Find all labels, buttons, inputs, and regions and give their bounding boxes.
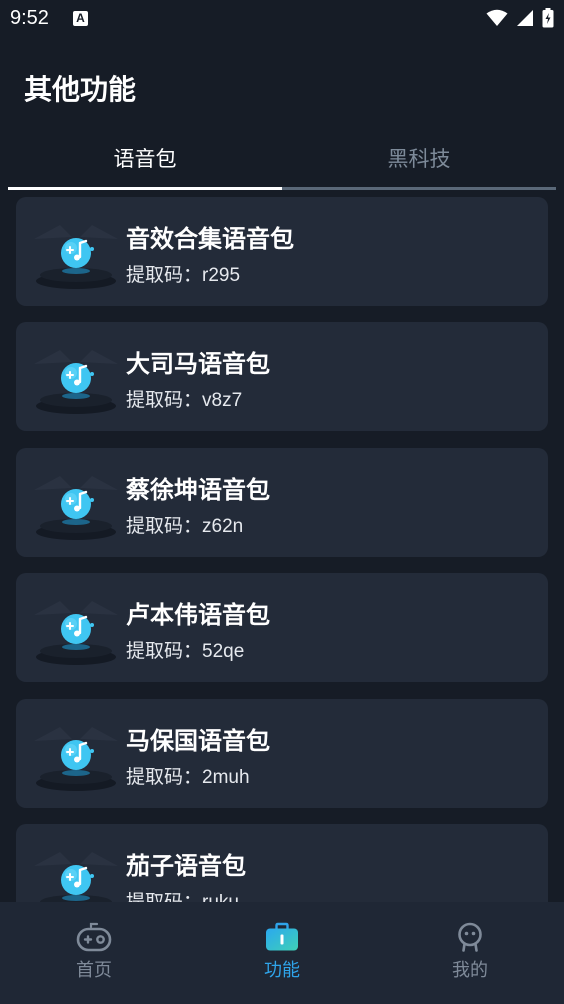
status-time: 9:52 — [10, 7, 49, 29]
nav-label-functions: 功能 — [264, 960, 300, 981]
voice-pack-title: 马保国语音包 — [126, 727, 270, 755]
voice-pack-code: 提取码：ruku — [126, 887, 239, 902]
voice-pack-icon — [34, 225, 118, 289]
notification-icon: A — [73, 11, 88, 26]
gamepad-icon — [76, 922, 112, 952]
voice-pack-card[interactable]: 蔡徐坤语音包 提取码：z62n — [16, 448, 548, 557]
code-prefix: 提取码： — [126, 515, 203, 537]
nav-label-home: 首页 — [76, 960, 112, 981]
voice-pack-code: 提取码：z62n — [126, 511, 243, 538]
voice-pack-code: 提取码：r295 — [126, 260, 240, 287]
code-value: 52qe — [202, 641, 245, 662]
voice-pack-title: 大司马语音包 — [126, 350, 270, 378]
voice-pack-card[interactable]: 大司马语音包 提取码：v8z7 — [16, 322, 548, 431]
bottom-nav: 首页 功能 我的 — [0, 902, 564, 1004]
tab-bar: 语音包 黑科技 — [8, 130, 556, 190]
battery-icon — [542, 8, 554, 28]
voice-pack-code: 提取码：v8z7 — [126, 385, 242, 412]
signal-icon — [517, 10, 533, 26]
voice-pack-card[interactable]: 音效合集语音包 提取码：r295 — [16, 197, 548, 306]
voice-pack-card[interactable]: 马保国语音包 提取码：2muh — [16, 699, 548, 808]
nav-functions[interactable]: 功能 — [222, 922, 342, 988]
voice-pack-icon — [34, 601, 118, 665]
code-value: 2muh — [202, 767, 250, 788]
nav-label-profile: 我的 — [452, 960, 488, 981]
voice-pack-card[interactable]: 茄子语音包 提取码：ruku — [16, 824, 548, 902]
voice-pack-icon — [34, 350, 118, 414]
app-screen: 9:52 A 其他功能 语音包 黑科技 音效合集语音包 提取码：r295 大司马… — [0, 0, 564, 1004]
voice-pack-code: 提取码：52qe — [126, 636, 244, 663]
code-prefix: 提取码： — [126, 640, 203, 662]
tab-active-indicator — [8, 187, 282, 190]
code-prefix: 提取码： — [126, 891, 203, 902]
tab-black-tech[interactable]: 黑科技 — [282, 130, 556, 186]
code-prefix: 提取码： — [126, 766, 203, 788]
voice-pack-card[interactable]: 卢本伟语音包 提取码：52qe — [16, 573, 548, 682]
code-prefix: 提取码： — [126, 389, 203, 411]
toolbox-icon — [266, 922, 298, 951]
nav-home[interactable]: 首页 — [34, 922, 154, 988]
code-value: z62n — [202, 516, 244, 537]
voice-pack-title: 音效合集语音包 — [126, 225, 294, 253]
code-value: v8z7 — [202, 390, 243, 411]
status-icons — [486, 8, 554, 28]
code-prefix: 提取码： — [126, 264, 203, 286]
voice-pack-icon — [34, 476, 118, 540]
nav-profile[interactable]: 我的 — [410, 922, 530, 988]
voice-pack-title: 卢本伟语音包 — [126, 601, 270, 629]
voice-pack-list[interactable]: 音效合集语音包 提取码：r295 大司马语音包 提取码：v8z7 蔡徐坤语音包 … — [0, 197, 564, 902]
status-bar: 9:52 A — [0, 0, 564, 38]
voice-pack-title: 茄子语音包 — [126, 852, 246, 880]
voice-pack-icon — [34, 852, 118, 902]
voice-pack-code: 提取码：2muh — [126, 762, 250, 789]
voice-pack-title: 蔡徐坤语音包 — [126, 476, 270, 504]
voice-pack-icon — [34, 727, 118, 791]
code-value: r295 — [202, 265, 241, 286]
page-title: 其他功能 — [24, 73, 137, 106]
code-value: ruku — [202, 892, 239, 902]
profile-icon — [458, 922, 482, 952]
tab-voice-packs[interactable]: 语音包 — [8, 130, 282, 186]
wifi-icon — [486, 9, 508, 26]
